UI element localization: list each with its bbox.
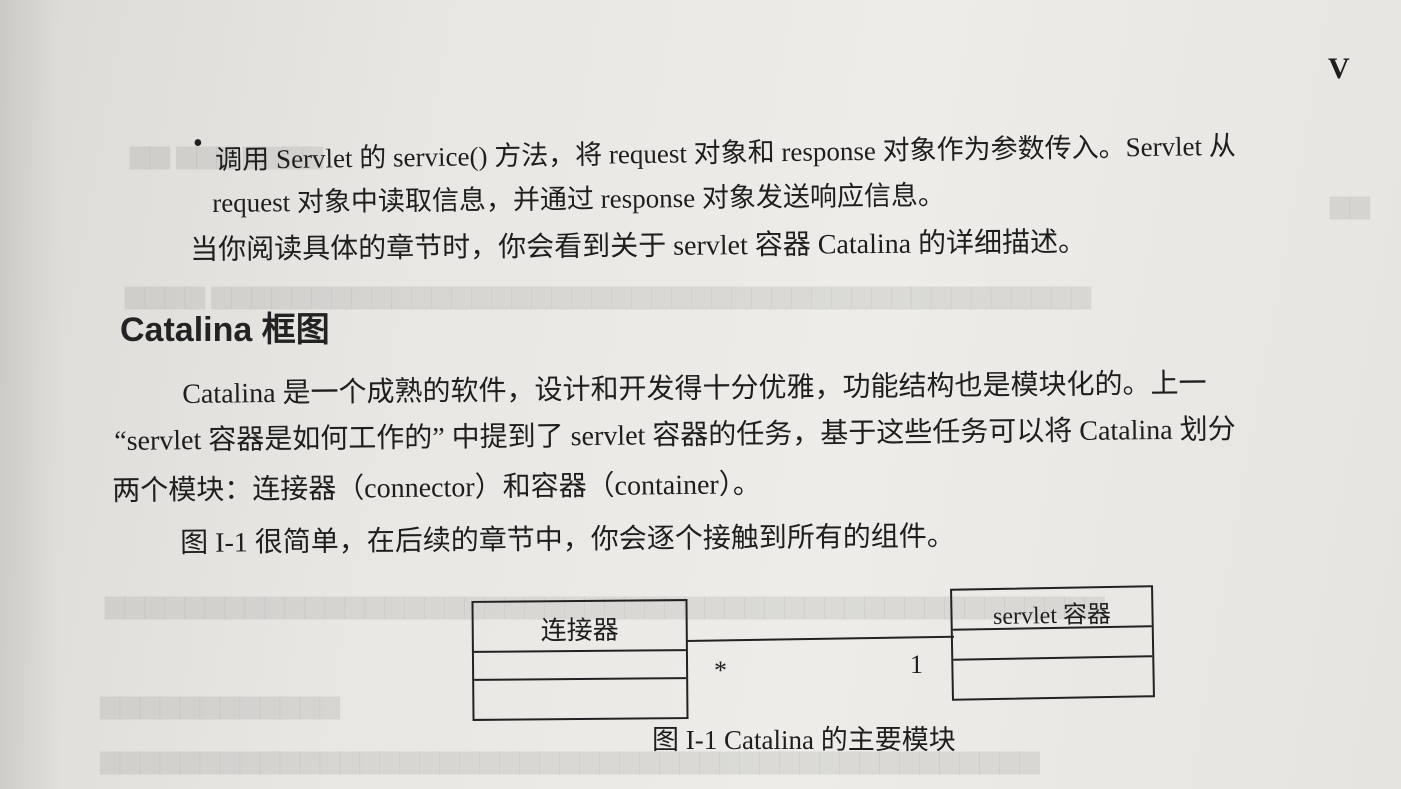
figure-caption: 图 I-1 Catalina 的主要模块: [652, 725, 956, 755]
page-gutter-shadow: [0, 0, 60, 789]
connector-box: 连接器: [471, 599, 689, 721]
page-number: V: [1328, 52, 1350, 85]
section-heading: Catalina 框图: [120, 311, 330, 349]
figure-reference-paragraph: 图 I-1 很简单，在后续的章节中，你会逐个接触到所有的组件。: [180, 521, 955, 559]
bullet-marker: •: [193, 128, 203, 159]
multiplicity-one: 1: [910, 650, 923, 679]
intro-paragraph: 当你阅读具体的章节时，你会看到关于 servlet 容器 Catalina 的详…: [190, 227, 1087, 266]
multiplicity-many: *: [714, 656, 727, 685]
connector-box-divider: [474, 677, 687, 681]
bullet-text-line-2: request 对象中读取信息，并通过 response 对象发送响应信息。: [212, 180, 946, 218]
servlet-container-box-divider: [953, 655, 1153, 661]
bullet-text-line-1: 调用 Servlet 的 service() 方法，将 request 对象和 …: [215, 130, 1237, 175]
body-paragraph-line-2: “servlet 容器是如何工作的” 中提到了 servlet 容器的任务，基于…: [114, 414, 1236, 457]
book-page: ▆▆ ▆▆▆ ▆▆▆▆ ▆▆ ▆▆▆▆ ▆▆▆▆▆▆▆▆▆▆▆▆▆▆▆▆▆▆▆▆…: [0, 0, 1401, 789]
association-line: [686, 635, 954, 642]
bleed-through: ▆▆: [1330, 190, 1370, 219]
body-paragraph-line-3: 两个模块：连接器（connector）和容器（container）。: [112, 469, 761, 507]
servlet-container-box: servlet 容器: [950, 585, 1155, 701]
bleed-through: ▆▆▆▆▆▆▆▆▆▆▆▆: [100, 690, 340, 719]
connector-box-label: 连接器: [540, 615, 619, 646]
body-paragraph-line-1: Catalina 是一个成熟的软件，设计和开发得十分优雅，功能结构也是模块化的。…: [182, 368, 1207, 410]
connector-box-divider: [473, 649, 686, 653]
